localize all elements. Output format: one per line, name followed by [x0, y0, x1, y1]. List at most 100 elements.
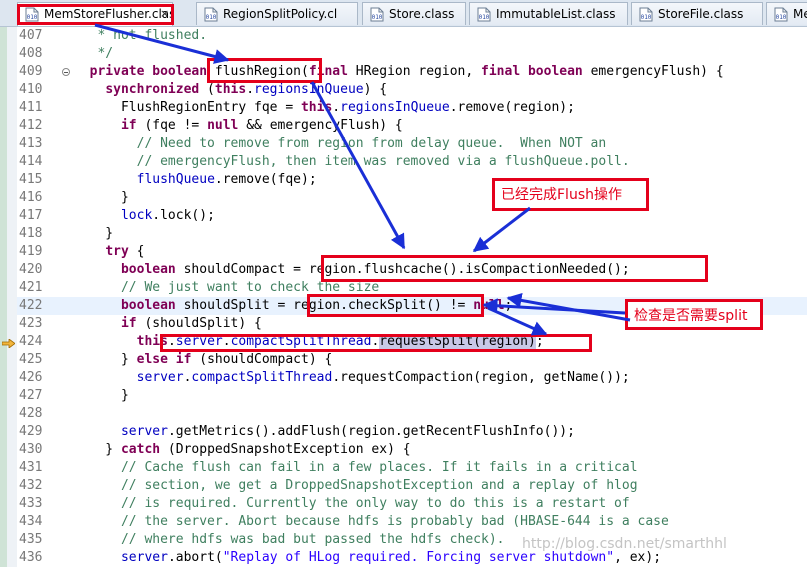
code-token: if — [120, 316, 137, 331]
line-number: 419 — [19, 244, 43, 259]
code-line[interactable]: 414 // emergencyFlush, then item was rem… — [17, 153, 807, 171]
code-token: */ — [74, 46, 114, 61]
code-token: .getMetrics().addFlush(region.getRecentF… — [167, 424, 575, 439]
class-file-icon: 010 — [774, 7, 788, 22]
code-line[interactable]: 434 // the server. Abort because hdfs is… — [17, 513, 807, 531]
annotation-flush-done: 已经完成Flush操作 — [492, 178, 649, 211]
code-text: server.getMetrics().addFlush(region.getR… — [74, 423, 575, 441]
code-line[interactable]: 432 // section, we get a DroppedSnapshot… — [17, 477, 807, 495]
code-token: catch — [120, 442, 161, 457]
line-number: 412 — [19, 118, 43, 133]
code-line[interactable]: 426 server.compactSplitThread.requestCom… — [17, 369, 807, 387]
class-file-icon: 010 — [370, 7, 384, 22]
class-file-icon: 010 — [639, 7, 653, 22]
line-number: 421 — [19, 280, 43, 295]
annotation-box-flushregion — [207, 58, 322, 83]
code-line[interactable]: 409 private boolean flushRegion(final HR… — [17, 63, 807, 81]
code-line[interactable]: 430 } catch (DroppedSnapshotException ex… — [17, 441, 807, 459]
code-token: (shouldSplit) { — [136, 316, 262, 331]
code-line[interactable]: 416 } — [17, 189, 807, 207]
code-token: boolean — [120, 298, 176, 313]
line-number: 410 — [19, 82, 43, 97]
code-line[interactable]: 433 // is required. Currently the only w… — [17, 495, 807, 513]
tab-2[interactable]: 010 RegionSplitPolicy.cl — [196, 2, 358, 25]
code-token: final boolean — [481, 64, 583, 79]
code-token: // Need to remove from region from delay… — [74, 136, 607, 151]
code-text: try { — [74, 243, 144, 261]
code-token: . — [332, 100, 341, 115]
code-token: .remove(region); — [449, 100, 575, 115]
annotation-check-split: 检查是否需要split — [625, 299, 763, 330]
tab-label: ImmutableList.class — [496, 7, 616, 21]
tab-4[interactable]: 010 ImmutableList.class — [469, 2, 628, 25]
code-line[interactable]: 408 */ — [17, 45, 807, 63]
code-line[interactable]: 412 if (fqe != null && emergencyFlush) { — [17, 117, 807, 135]
code-token: .lock(); — [152, 208, 215, 223]
tab-5[interactable]: 010 StoreFile.class — [631, 2, 763, 25]
code-token: } — [74, 388, 129, 403]
code-token: FlushRegionEntry fqe = — [74, 100, 301, 115]
fold-toggle-icon[interactable] — [62, 68, 70, 76]
code-line[interactable]: 429 server.getMetrics().addFlush(region.… — [17, 423, 807, 441]
code-token: synchronized — [105, 82, 200, 97]
line-number: 423 — [19, 316, 43, 331]
code-text: * not flushed. — [74, 27, 207, 45]
line-number: 434 — [19, 514, 43, 529]
code-text: // where hdfs was bad but passed the hdf… — [74, 531, 505, 549]
code-text: lock.lock(); — [74, 207, 215, 225]
line-number: 407 — [19, 28, 43, 43]
code-token: , ex); — [614, 550, 662, 565]
tab-label: RegionSplitPolicy.cl — [223, 7, 338, 21]
code-token: else if — [136, 352, 192, 367]
line-number: 425 — [19, 352, 43, 367]
code-line[interactable]: 428 — [17, 405, 807, 423]
code-line[interactable]: 427 } — [17, 387, 807, 405]
code-line[interactable]: 411 FlushRegionEntry fqe = this.regionsI… — [17, 99, 807, 117]
code-line[interactable]: 418 } — [17, 225, 807, 243]
code-token: ) { — [363, 82, 388, 97]
tab-3[interactable]: 010 Store.class — [362, 2, 466, 25]
code-token: server — [120, 424, 168, 439]
code-line[interactable]: 425 } else if (shouldCompact) { — [17, 351, 807, 369]
code-token: regionsInQueue — [340, 100, 450, 115]
line-number: 411 — [19, 100, 43, 115]
code-line[interactable]: 407 * not flushed. — [17, 27, 807, 45]
code-token: // the server. Abort because hdfs is pro… — [74, 514, 669, 529]
code-line[interactable]: 413 // Need to remove from region from d… — [17, 135, 807, 153]
code-token: regionsInQueue — [254, 82, 364, 97]
line-number: 426 — [19, 370, 43, 385]
tab-6[interactable]: 010 Mem — [766, 2, 807, 25]
code-line[interactable]: 415 flushQueue.remove(fqe); — [17, 171, 807, 189]
line-number: 416 — [19, 190, 43, 205]
line-number: 408 — [19, 46, 43, 61]
code-text: } — [74, 189, 129, 207]
annotation-box-flushcache — [321, 255, 708, 282]
svg-text:010: 010 — [372, 14, 383, 21]
code-token: // Cache flush can fail in a few places.… — [74, 460, 638, 475]
code-token: (DroppedSnapshotException ex) { — [160, 442, 411, 457]
code-token: try — [105, 244, 129, 259]
code-token: this — [214, 82, 247, 97]
code-token: HRegion region, — [347, 64, 482, 79]
tab-label: StoreFile.class — [658, 7, 744, 21]
code-line[interactable]: 417 lock.lock(); — [17, 207, 807, 225]
code-token: .abort( — [167, 550, 223, 565]
code-text: // is required. Currently the only way t… — [74, 495, 630, 513]
annotation-box-checksplit — [307, 294, 484, 317]
code-line[interactable]: 410 synchronized (this.regionsInQueue) { — [17, 81, 807, 99]
svg-text:010: 010 — [641, 14, 652, 21]
code-text: } else if (shouldCompact) { — [74, 351, 332, 369]
tab-label: Store.class — [389, 7, 455, 21]
watermark: http://blog.csdn.net/smarthhl — [522, 536, 727, 552]
code-token: server — [136, 370, 184, 385]
code-token: server — [120, 550, 168, 565]
code-token: compactSplitThread — [191, 370, 333, 385]
code-line[interactable]: 431 // Cache flush can fail in a few pla… — [17, 459, 807, 477]
